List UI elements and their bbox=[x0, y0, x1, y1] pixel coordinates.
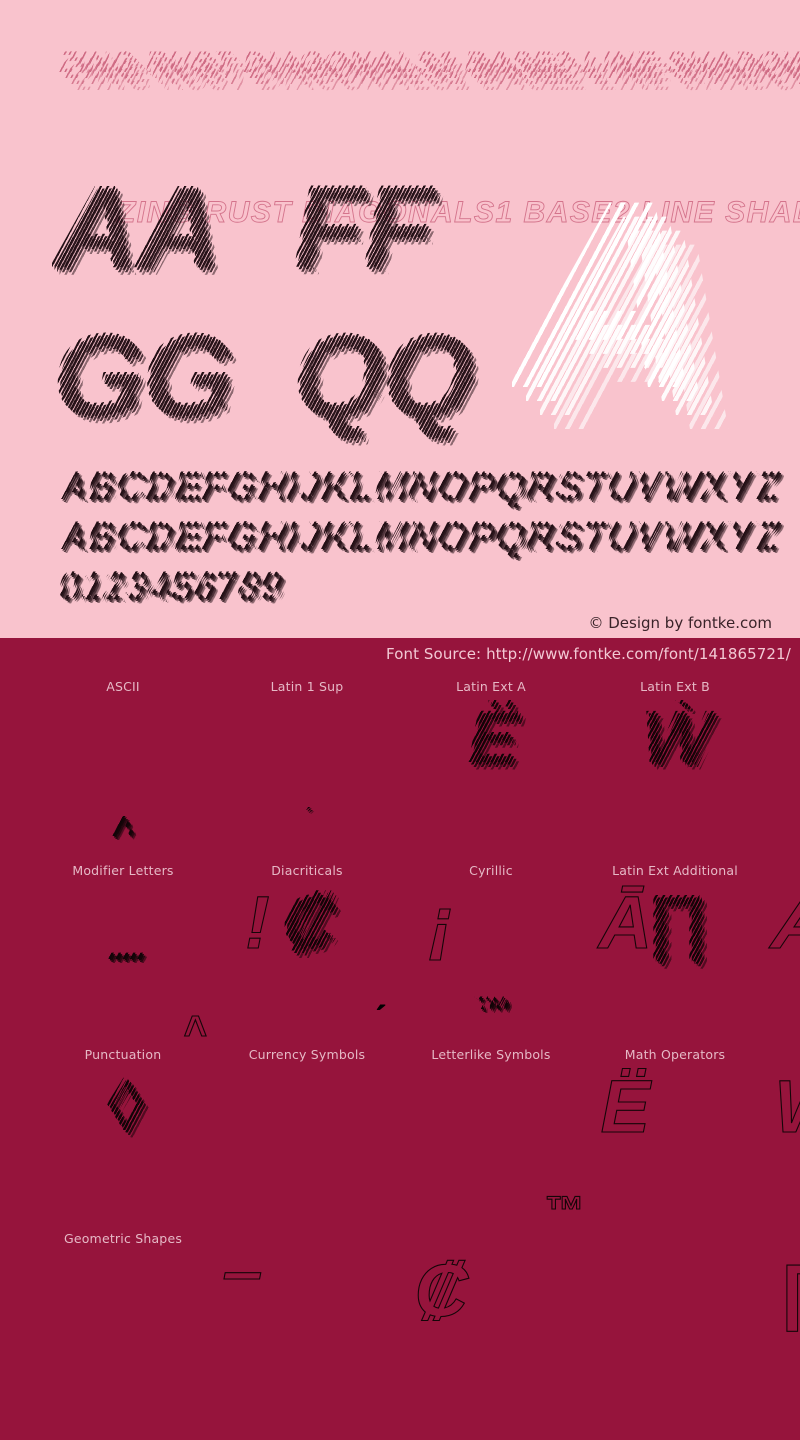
font-specimen-page: ZING RUST DIAGONALS1 BASE2 LINE SHADOW4 … bbox=[0, 0, 800, 1440]
specimen-preview-panel: ZING RUST DIAGONALS1 BASE2 LINE SHADOW4 … bbox=[0, 0, 800, 638]
unicode-block-geometric-shapes: Geometric Shapes ◊ ◊ ◊ ◊ ◊ bbox=[23, 1068, 276, 1440]
digits-row: 0123456789 0123456789 0123456789 0123456… bbox=[58, 566, 350, 638]
glyph-hatch-1: ◊ bbox=[0, 1070, 277, 1440]
digits-hatch-2: 0123456789 bbox=[61, 569, 353, 638]
unicode-block-sample: ◊ ◊ ◊ ◊ ◊ bbox=[23, 1068, 276, 1440]
glyph-hatch-2: ◊ bbox=[0, 1073, 279, 1440]
design-credit: © Design by fontke.com bbox=[588, 614, 772, 632]
digits-hatch-1: 0123456789 bbox=[59, 567, 351, 638]
glyph-lozenge: ◊ ◊ ◊ ◊ ◊ bbox=[0, 1068, 277, 1440]
unicode-block-sample: ∏ ∏ ∏ ∏ ∏ bbox=[575, 884, 800, 1329]
unicode-block-row: Geometric Shapes ◊ ◊ ◊ ◊ ◊ bbox=[0, 1068, 800, 1440]
digits-hatch-fill: 0123456789 bbox=[58, 566, 350, 638]
digits-hatch-3: 0123456789 bbox=[62, 570, 354, 638]
glyph-outline: ◊ bbox=[238, 1433, 276, 1440]
glyph-hatch-fill: ◊ bbox=[0, 1068, 274, 1440]
glyph-hatch-3: ◊ bbox=[0, 1075, 282, 1440]
font-source-credit: Font Source: http://www.fontke.com/font/… bbox=[386, 645, 791, 663]
unicode-block-grid: ASCII ! ! ! ! ! Latin 1 Sup bbox=[0, 678, 800, 1440]
unicode-coverage-panel: ASCII ! ! ! ! ! Latin 1 Sup bbox=[0, 638, 800, 1440]
unicode-block-math-operators: Math Operators ∏ ∏ ∏ ∏ ∏ bbox=[575, 884, 800, 1329]
